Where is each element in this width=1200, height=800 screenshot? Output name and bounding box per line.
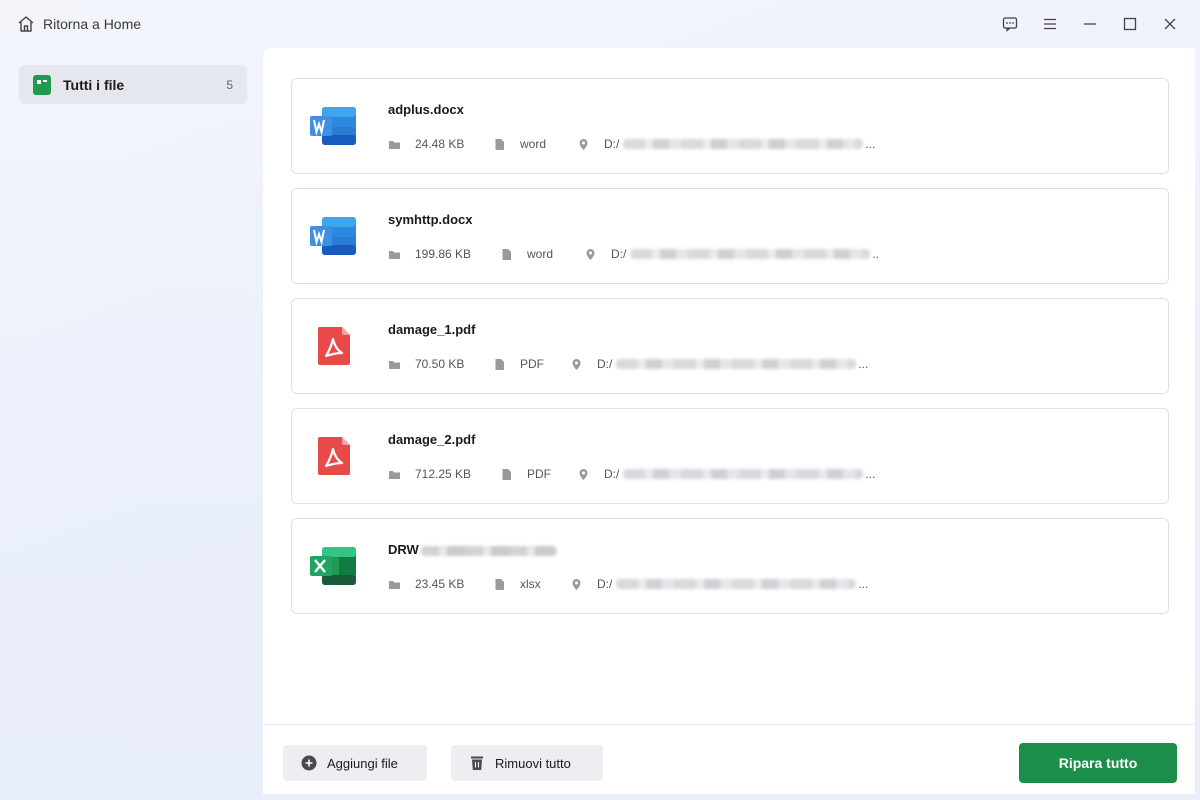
- file-card[interactable]: damage_1.pdf 70.50 KB PDF D:/ ...: [291, 298, 1169, 394]
- blurred-file-name: [420, 545, 557, 556]
- home-label: Ritorna a Home: [43, 16, 142, 32]
- file-type: word: [520, 137, 547, 151]
- close-button[interactable]: [1150, 4, 1190, 44]
- minimize-button[interactable]: [1070, 4, 1110, 44]
- sidebar-item-label: Tutti i file: [63, 76, 125, 93]
- file-type: word: [527, 247, 554, 261]
- file-size: 70.50 KB: [415, 357, 465, 371]
- sidebar-item-count: 5: [226, 77, 233, 92]
- path-ellipsis: ...: [865, 137, 876, 151]
- file-group-icon: [33, 74, 51, 95]
- file-name: adplus.docx: [388, 102, 464, 117]
- pdf-icon: [318, 437, 350, 475]
- add-file-label: Aggiungi file: [327, 755, 398, 771]
- file-name-visible: DRW: [388, 542, 419, 557]
- blurred-path: [616, 359, 857, 369]
- remove-all-label: Rimuovi tutto: [495, 755, 571, 771]
- repair-all-button[interactable]: Ripara tutto: [1019, 743, 1177, 783]
- word-icon: [310, 107, 356, 145]
- file-size: 23.45 KB: [415, 577, 465, 591]
- add-file-button[interactable]: Aggiungi file: [283, 745, 427, 781]
- path-ellipsis: ...: [858, 357, 869, 371]
- document-icon: [502, 468, 511, 480]
- document-icon: [495, 578, 504, 590]
- add-circle-icon: [301, 755, 317, 771]
- sidebar-item-all-files[interactable]: Tutti i file 5: [19, 65, 247, 104]
- window-controls: [990, 4, 1190, 44]
- file-meta: 712.25 KB PDF D:/ ...: [388, 467, 875, 481]
- file-size: 199.86 KB: [415, 247, 472, 261]
- feedback-icon: [1002, 17, 1018, 32]
- document-icon: [502, 248, 511, 260]
- file-name: DRW: [388, 542, 557, 557]
- file-meta: 23.45 KB xlsx D:/ ...: [388, 577, 868, 591]
- folder-icon: [389, 470, 400, 479]
- feedback-button[interactable]: [990, 4, 1030, 44]
- file-path: D:/: [597, 577, 613, 591]
- location-pin-icon: [586, 248, 595, 260]
- file-meta: 24.48 KB word D:/ ...: [388, 137, 875, 151]
- location-pin-icon: [572, 358, 581, 370]
- document-icon: [495, 358, 504, 370]
- trash-icon: [471, 756, 483, 770]
- menu-icon: [1044, 18, 1056, 30]
- blurred-path: [623, 469, 864, 479]
- file-size: 24.48 KB: [415, 137, 465, 151]
- file-size: 712.25 KB: [415, 467, 472, 481]
- folder-icon: [389, 140, 400, 149]
- folder-icon: [389, 580, 400, 589]
- file-type: xlsx: [520, 577, 541, 591]
- remove-all-button[interactable]: Rimuovi tutto: [451, 745, 603, 781]
- file-card[interactable]: adplus.docx 24.48 KB word D:/ ...: [291, 78, 1169, 174]
- word-icon: [310, 217, 356, 255]
- blurred-path: [630, 249, 871, 259]
- blurred-path: [623, 139, 864, 149]
- path-ellipsis: ...: [865, 467, 876, 481]
- file-name: damage_1.pdf: [388, 322, 476, 337]
- menu-button[interactable]: [1030, 4, 1070, 44]
- file-name: damage_2.pdf: [388, 432, 476, 447]
- file-type: PDF: [520, 357, 544, 371]
- location-pin-icon: [579, 468, 588, 480]
- file-card[interactable]: symhttp.docx 199.86 KB word D:/ ..: [291, 188, 1169, 284]
- blurred-path: [616, 579, 857, 589]
- file-path: D:/: [604, 467, 620, 481]
- document-icon: [495, 138, 504, 150]
- file-name: symhttp.docx: [388, 212, 473, 227]
- home-icon: [18, 16, 34, 32]
- path-ellipsis: ...: [858, 577, 869, 591]
- file-path: D:/: [597, 357, 613, 371]
- excel-icon: [310, 547, 356, 585]
- main-panel: adplus.docx 24.48 KB word D:/ ... symhtt…: [263, 48, 1195, 794]
- location-pin-icon: [579, 138, 588, 150]
- file-list: adplus.docx 24.48 KB word D:/ ... symhtt…: [291, 78, 1169, 628]
- file-meta: 199.86 KB word D:/ ..: [388, 247, 879, 261]
- maximize-icon: [1123, 17, 1137, 31]
- close-icon: [1164, 18, 1176, 30]
- home-button[interactable]: Ritorna a Home: [17, 15, 141, 33]
- bottom-bar: Aggiungi file Rimuovi tutto Ripara tutto: [263, 724, 1195, 794]
- file-card[interactable]: DRW 23.45 KB xlsx D:/ ...: [291, 518, 1169, 614]
- folder-icon: [389, 360, 400, 369]
- maximize-button[interactable]: [1110, 4, 1150, 44]
- file-path: D:/: [604, 137, 620, 151]
- file-card[interactable]: damage_2.pdf 712.25 KB PDF D:/ ...: [291, 408, 1169, 504]
- file-path: D:/: [611, 247, 627, 261]
- file-meta: 70.50 KB PDF D:/ ...: [388, 357, 868, 371]
- title-bar: Ritorna a Home: [0, 0, 1200, 48]
- sidebar: Tutti i file 5: [0, 48, 263, 800]
- path-ellipsis: ..: [872, 247, 880, 261]
- file-type: PDF: [527, 467, 551, 481]
- location-pin-icon: [572, 578, 581, 590]
- minimize-icon: [1084, 23, 1096, 25]
- pdf-icon: [318, 327, 350, 365]
- folder-icon: [389, 250, 400, 259]
